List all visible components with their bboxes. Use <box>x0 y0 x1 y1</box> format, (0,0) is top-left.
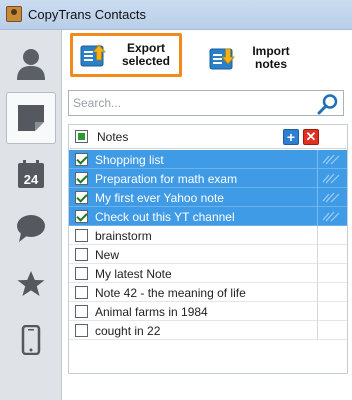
note-row[interactable]: Shopping list <box>69 150 347 169</box>
note-title: Check out this YT channel <box>95 210 235 224</box>
note-checkbox[interactable] <box>75 172 88 185</box>
note-row[interactable]: Preparation for math exam <box>69 169 347 188</box>
search-input[interactable] <box>73 96 303 110</box>
edit-note-icon[interactable] <box>321 153 341 165</box>
contacts-person-icon <box>17 49 45 80</box>
select-all-checkbox[interactable] <box>75 130 88 143</box>
window-title: CopyTrans Contacts <box>28 7 147 22</box>
import-notes-button[interactable]: Import notes <box>206 36 306 80</box>
edit-note-icon[interactable] <box>321 172 341 184</box>
search-box <box>68 90 344 116</box>
note-title: Shopping list <box>95 153 164 167</box>
notes-icon <box>18 105 44 131</box>
sidebar-item-calendar[interactable]: 24 <box>6 148 56 200</box>
note-checkbox[interactable] <box>75 229 88 242</box>
edit-note-icon[interactable] <box>321 210 341 222</box>
note-title: My first ever Yahoo note <box>95 191 224 205</box>
note-row[interactable]: New <box>69 245 347 264</box>
note-row[interactable]: Note 42 - the meaning of life <box>69 283 347 302</box>
note-row[interactable]: Check out this YT channel <box>69 207 347 226</box>
export-selected-label: Export selected <box>121 41 171 68</box>
search-icon[interactable] <box>317 93 339 115</box>
sidebar-item-messages[interactable] <box>6 202 56 254</box>
import-notes-label: Import notes <box>252 44 290 71</box>
notes-header-label: Notes <box>97 130 129 144</box>
sidebar-item-favorites[interactable] <box>6 258 56 310</box>
note-row[interactable]: My first ever Yahoo note <box>69 188 347 207</box>
star-icon <box>17 271 45 296</box>
app-logo-icon <box>6 6 22 22</box>
note-title: Note 42 - the meaning of life <box>95 286 246 300</box>
note-checkbox[interactable] <box>75 305 88 318</box>
import-icon <box>208 44 236 72</box>
note-checkbox[interactable] <box>75 191 88 204</box>
sidebar-item-contacts[interactable] <box>6 38 56 90</box>
export-selected-button[interactable]: Export selected <box>70 33 182 77</box>
messages-bubble-icon <box>17 215 45 242</box>
note-row[interactable]: Animal farms in 1984 <box>69 302 347 321</box>
note-checkbox[interactable] <box>75 210 88 223</box>
column-divider <box>317 150 318 169</box>
note-checkbox[interactable] <box>75 267 88 280</box>
note-checkbox[interactable] <box>75 248 88 261</box>
column-divider <box>317 207 318 226</box>
note-title: New <box>95 248 120 262</box>
column-divider <box>317 226 318 245</box>
sidebar: 24 <box>0 30 62 400</box>
sidebar-item-device[interactable] <box>6 314 56 366</box>
title-bar: CopyTrans Contacts <box>0 0 352 30</box>
delete-note-button[interactable]: ✕ <box>303 129 319 145</box>
note-title: Preparation for math exam <box>95 172 238 186</box>
calendar-icon: 24 <box>18 160 44 188</box>
sidebar-item-notes[interactable] <box>6 92 56 144</box>
note-checkbox[interactable] <box>75 153 88 166</box>
edit-note-icon[interactable] <box>321 191 341 203</box>
column-divider <box>317 283 318 302</box>
column-divider <box>317 169 318 188</box>
note-checkbox[interactable] <box>75 324 88 337</box>
column-divider <box>317 321 318 340</box>
phone-icon <box>21 325 41 355</box>
note-row[interactable]: brainstorm <box>69 226 347 245</box>
note-row[interactable]: cought in 22 <box>69 321 347 340</box>
note-title: brainstorm <box>95 229 152 243</box>
column-divider <box>317 188 318 207</box>
column-divider <box>317 302 318 321</box>
notes-list: Notes + ✕ Shopping list Preparation for m… <box>68 124 348 374</box>
column-divider <box>317 264 318 283</box>
note-checkbox[interactable] <box>75 286 88 299</box>
note-title: My latest Note <box>95 267 172 281</box>
export-icon <box>79 41 107 69</box>
main-panel: Export selected Import notes Notes + ✕ <box>62 30 352 400</box>
calendar-day-label: 24 <box>24 172 39 187</box>
notes-rows: Shopping list Preparation for math exam My… <box>69 150 347 340</box>
notes-list-header: Notes + ✕ <box>69 125 347 149</box>
note-row[interactable]: My latest Note <box>69 264 347 283</box>
add-note-button[interactable]: + <box>283 129 299 145</box>
column-divider <box>317 245 318 264</box>
note-title: Animal farms in 1984 <box>95 305 208 319</box>
note-title: cought in 22 <box>95 324 161 338</box>
